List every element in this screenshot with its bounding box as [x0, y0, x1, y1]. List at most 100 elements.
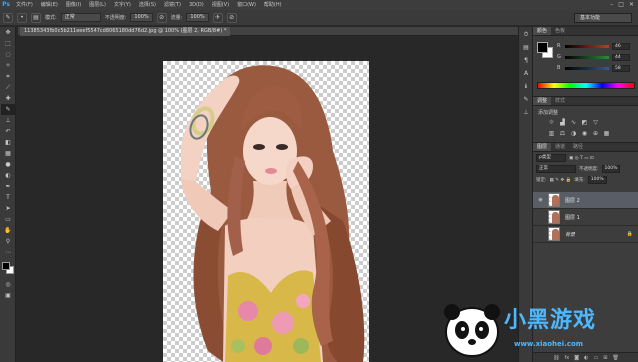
- quick-select-tool-icon[interactable]: ✧: [1, 60, 15, 71]
- move-tool-icon[interactable]: ✥: [1, 27, 15, 38]
- color-foreground-swatch[interactable]: [537, 42, 548, 53]
- layer-name[interactable]: 图层 1: [565, 214, 580, 221]
- history-panel-icon[interactable]: ⏱: [521, 30, 531, 40]
- color-spectrum-bar[interactable]: [537, 82, 635, 89]
- brightness-contrast-icon[interactable]: ☼: [547, 119, 556, 127]
- tab-color[interactable]: 颜色: [533, 27, 552, 35]
- blue-value-input[interactable]: 58: [612, 64, 630, 72]
- gradient-tool-icon[interactable]: ▦: [1, 148, 15, 159]
- layer-row[interactable]: ◉ 图层 2: [533, 192, 638, 209]
- color-swatches[interactable]: [1, 261, 15, 275]
- paragraph-panel-icon[interactable]: ¶: [521, 56, 531, 66]
- maximize-icon[interactable]: □: [618, 1, 624, 9]
- tab-adjustments[interactable]: 调整: [533, 97, 552, 105]
- menu-window[interactable]: 窗口(W): [233, 0, 260, 10]
- blue-slider[interactable]: B 58: [557, 64, 635, 72]
- pressure-opacity-icon[interactable]: ⊘: [156, 12, 167, 23]
- layer-name[interactable]: 图层 2: [565, 197, 580, 204]
- history-brush-tool-icon[interactable]: ↶: [1, 126, 15, 137]
- opacity-input[interactable]: 100%: [130, 13, 153, 22]
- layer-row[interactable]: 背景 🔒: [533, 226, 638, 243]
- close-icon[interactable]: ✕: [629, 1, 634, 9]
- color-lookup-icon[interactable]: ▦: [602, 130, 611, 138]
- brush-panel-icon[interactable]: ▤: [31, 12, 41, 23]
- tab-swatches[interactable]: 色板: [551, 27, 569, 35]
- brush-size-icon[interactable]: •: [17, 12, 27, 23]
- layer-name[interactable]: 背景: [565, 231, 575, 238]
- type-tool-icon[interactable]: T: [1, 192, 15, 203]
- shape-tool-icon[interactable]: ▭: [1, 214, 15, 225]
- layer-opacity-input[interactable]: 100%: [601, 165, 621, 173]
- blue-slider-track[interactable]: [565, 66, 609, 70]
- lock-icons[interactable]: ▦ ✎ ✥ 🔒: [550, 178, 572, 183]
- exposure-icon[interactable]: ◩: [580, 119, 589, 127]
- tab-layers[interactable]: 图层: [533, 143, 552, 151]
- flow-input[interactable]: 100%: [186, 13, 209, 22]
- fill-input[interactable]: 100%: [587, 176, 607, 184]
- blur-tool-icon[interactable]: ●: [1, 159, 15, 170]
- green-slider-track[interactable]: [565, 55, 609, 59]
- clone-stamp-tool-icon[interactable]: ⊥: [1, 115, 15, 126]
- brush-tool-icon[interactable]: ✎: [1, 104, 15, 115]
- clone-source-panel-icon[interactable]: ⊥: [521, 108, 531, 118]
- photo-filter-icon[interactable]: ◉: [580, 130, 589, 138]
- character-panel-icon[interactable]: A: [521, 69, 531, 79]
- properties-panel-icon[interactable]: ▤: [521, 43, 531, 53]
- hand-tool-icon[interactable]: ✋: [1, 225, 15, 236]
- black-white-icon[interactable]: ◑: [569, 130, 578, 138]
- marquee-tool-icon[interactable]: ⬚: [1, 38, 15, 49]
- layer-row[interactable]: 图层 1: [533, 209, 638, 226]
- menu-3d[interactable]: 3D(D): [185, 0, 208, 10]
- red-slider-track[interactable]: [565, 44, 609, 48]
- healing-tool-icon[interactable]: ✚: [1, 93, 15, 104]
- document-tab[interactable]: 11385343fb0c5b211eeef5547cd8065180dd76d2…: [20, 27, 231, 36]
- visibility-eye-icon[interactable]: ◉: [536, 197, 545, 203]
- color-balance-icon[interactable]: ⚖: [558, 130, 567, 138]
- curves-icon[interactable]: ∿: [569, 119, 578, 127]
- quick-mask-icon[interactable]: ◎: [1, 279, 15, 290]
- red-slider[interactable]: R 46: [557, 42, 635, 50]
- minimize-icon[interactable]: –: [610, 1, 613, 9]
- menu-image[interactable]: 图像(I): [62, 0, 85, 10]
- brush-panel-icon[interactable]: ✎: [521, 95, 531, 105]
- zoom-tool-icon[interactable]: ⚲: [1, 236, 15, 247]
- tab-channels[interactable]: 通道: [551, 143, 569, 151]
- red-value-input[interactable]: 46: [612, 42, 630, 50]
- tab-styles[interactable]: 样式: [551, 97, 569, 105]
- airbrush-icon[interactable]: ✈: [212, 12, 223, 23]
- foreground-color-swatch[interactable]: [2, 262, 10, 270]
- path-select-tool-icon[interactable]: ➤: [1, 203, 15, 214]
- channel-mixer-icon[interactable]: ⊕: [591, 130, 600, 138]
- menu-help[interactable]: 帮助(H): [260, 0, 286, 10]
- eraser-tool-icon[interactable]: ◧: [1, 137, 15, 148]
- more-tools-icon[interactable]: ⋯: [1, 247, 15, 258]
- document-image[interactable]: [163, 61, 369, 362]
- tab-paths[interactable]: 路径: [569, 143, 587, 151]
- levels-icon[interactable]: ▟: [558, 119, 567, 127]
- screen-mode-icon[interactable]: ▣: [1, 290, 15, 301]
- menu-file[interactable]: 文件(F): [12, 0, 37, 10]
- green-slider[interactable]: G 44: [557, 53, 635, 61]
- blend-mode-select[interactable]: 正常: [536, 165, 576, 173]
- mode-select[interactable]: 正常: [60, 13, 101, 22]
- hue-saturation-icon[interactable]: ▥: [547, 130, 556, 138]
- pen-tool-icon[interactable]: ✒: [1, 181, 15, 192]
- lasso-tool-icon[interactable]: ◌: [1, 49, 15, 60]
- menu-layer[interactable]: 图层(L): [85, 0, 110, 10]
- filter-icons[interactable]: ▣ ◎ T ▭ ⊡: [569, 156, 594, 161]
- workspace-select[interactable]: 基本功能: [574, 13, 632, 23]
- green-value-input[interactable]: 44: [612, 53, 630, 61]
- crop-tool-icon[interactable]: ⌗: [1, 71, 15, 82]
- pressure-size-icon[interactable]: ⊘: [226, 12, 237, 23]
- menu-edit[interactable]: 编辑(E): [37, 0, 62, 10]
- menu-filter[interactable]: 滤镜(T): [160, 0, 185, 10]
- info-panel-icon[interactable]: ℹ: [521, 82, 531, 92]
- menu-type[interactable]: 文字(Y): [110, 0, 135, 10]
- layer-kind-filter[interactable]: ρ类型: [536, 154, 566, 162]
- menu-select[interactable]: 选择(S): [135, 0, 160, 10]
- brush-preset-icon[interactable]: ✎: [3, 12, 13, 23]
- eyedropper-tool-icon[interactable]: ⟋: [1, 82, 15, 93]
- menu-view[interactable]: 视图(V): [208, 0, 233, 10]
- vibrance-icon[interactable]: ▽: [591, 119, 600, 127]
- dodge-tool-icon[interactable]: ◐: [1, 170, 15, 181]
